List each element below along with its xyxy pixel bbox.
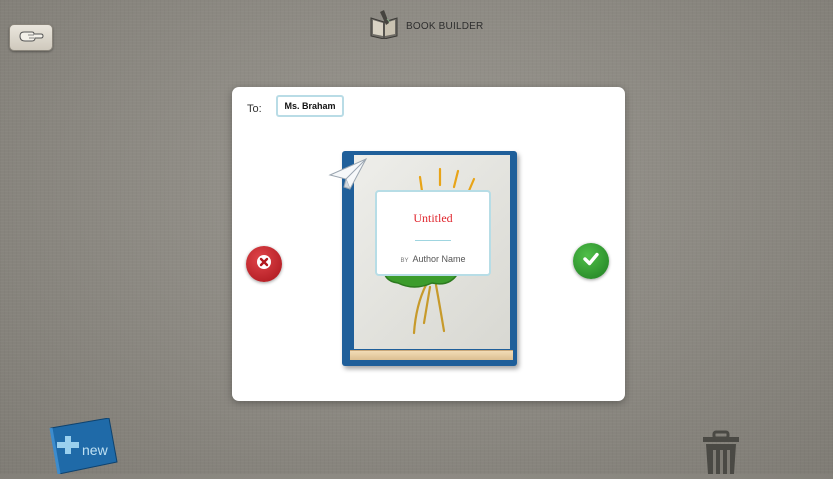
trash-button[interactable]: [697, 430, 745, 474]
app-header: BOOK BUILDER: [368, 9, 484, 44]
checkmark-icon: [581, 249, 601, 274]
title-divider: [415, 240, 451, 241]
new-label: new: [82, 442, 108, 458]
by-label: BY: [400, 258, 409, 264]
author-name: Author Name: [412, 254, 466, 264]
book-title: Untitled: [413, 211, 453, 225]
new-book-button[interactable]: new: [49, 417, 121, 475]
book-page-edges: [350, 350, 513, 360]
book-title-card[interactable]: Untitled BY Author Name: [375, 190, 491, 276]
confirm-button[interactable]: [573, 243, 609, 279]
cancel-button[interactable]: [246, 246, 282, 282]
app-title: BOOK BUILDER: [406, 20, 484, 32]
book-builder-icon: [368, 9, 400, 44]
close-icon: [256, 254, 272, 275]
trash-icon: [697, 430, 745, 478]
back-button[interactable]: [9, 24, 53, 51]
paper-plane-icon: [328, 157, 368, 196]
author-row: BY Author Name: [377, 254, 489, 264]
to-label: To:: [247, 103, 262, 115]
hand-pointer-icon: [18, 27, 44, 48]
send-book-dialog: To: Ms. Braham Untitled BY Author Name: [232, 87, 625, 401]
recipient-field[interactable]: Ms. Braham: [276, 95, 344, 117]
